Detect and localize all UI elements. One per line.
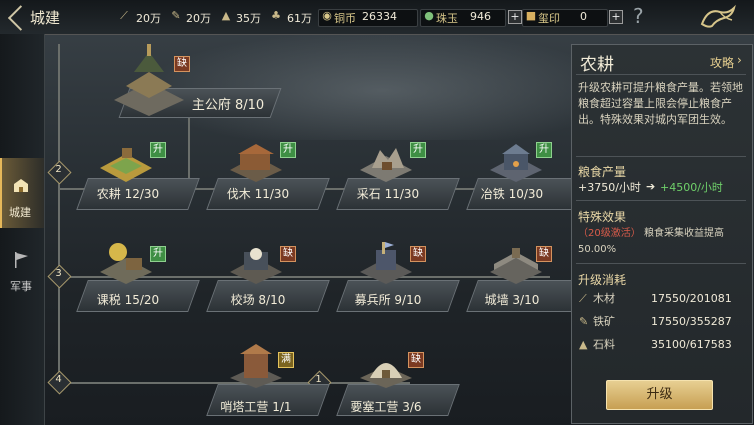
tier-2-label: 2 — [55, 164, 62, 175]
logging-building-icon — [230, 144, 282, 182]
title-divider — [576, 74, 746, 75]
city-wall-badge: 缺 — [536, 246, 552, 262]
upgrade-button[interactable]: 升级 — [606, 380, 713, 410]
coin-label: 铜币 — [334, 12, 356, 25]
main-hall-name: 主公府 8/10 — [191, 98, 265, 113]
jade-value: 946 — [470, 10, 491, 23]
recruit-building-icon — [360, 242, 412, 284]
main-hall-badge: 缺 — [174, 56, 190, 72]
iron-icon: ✎ — [171, 9, 181, 22]
smelting-badge: 升 — [536, 142, 552, 158]
cost-iron-icon: ✎ — [579, 315, 589, 328]
fortress-building-icon — [360, 363, 412, 388]
quarry-badge: 升 — [410, 142, 426, 158]
resource-stone-value: 35万 — [236, 12, 261, 25]
tax-node[interactable]: 升 课税 15/20 — [70, 240, 200, 312]
tier-3-label: 3 — [55, 268, 62, 279]
sidebar — [0, 34, 45, 425]
guide-link[interactable]: 攻略 — [710, 54, 734, 71]
city-wall-name: 城墙 3/10 — [484, 293, 540, 307]
cost-wood-icon: ⟋ — [579, 292, 587, 305]
quarry-name: 采石 11/30 — [356, 187, 420, 201]
quarry-node[interactable]: 升 采石 11/30 — [330, 138, 460, 210]
watchtower-node[interactable]: 满 哨塔工营 1/1 — [200, 344, 330, 416]
tax-name: 课税 15/20 — [96, 293, 160, 307]
tier-4-label: 4 — [55, 374, 62, 385]
add-seal-button[interactable]: + — [609, 10, 623, 24]
output-next: +4500/小时 — [660, 181, 723, 194]
tax-building-icon — [100, 243, 152, 284]
quarry-building-icon — [360, 148, 412, 182]
tab-city-label: 城建 — [9, 206, 31, 219]
help-button[interactable]: ? — [633, 4, 644, 28]
seal-label: 玺印 — [538, 12, 560, 25]
cost-iron-label: 铁矿 — [593, 315, 615, 328]
resource-iron-value: 20万 — [186, 12, 211, 25]
resource-grain-value: 61万 — [287, 12, 312, 25]
cost-stone-icon: ▲ — [579, 338, 588, 351]
recruit-name: 募兵所 9/10 — [354, 293, 422, 307]
output-divider — [576, 200, 746, 201]
cost-wood-value: 17550/201081 — [651, 292, 732, 305]
grain-icon: ♣ — [271, 9, 281, 22]
cost-wood-label: 木材 — [593, 292, 615, 305]
effect-title: 特殊效果 — [578, 210, 627, 224]
jade-label: 珠玉 — [436, 12, 458, 25]
logging-badge: 升 — [280, 142, 296, 158]
cost-iron-value: 17550/355287 — [651, 315, 732, 328]
farming-node[interactable]: 升 农耕 12/30 — [70, 138, 200, 210]
watchtower-name: 哨塔工营 1/1 — [220, 400, 292, 414]
city-wall-node[interactable]: 缺 城墙 3/10 — [460, 240, 590, 312]
logging-node[interactable]: 升 伐木 11/30 — [200, 138, 330, 210]
farming-badge: 升 — [150, 142, 166, 158]
cost-title: 升级消耗 — [578, 273, 627, 287]
watchtower-badge: 满 — [278, 352, 294, 368]
recruit-node[interactable]: 缺 募兵所 9/10 — [330, 240, 460, 312]
farming-name: 农耕 12/30 — [96, 187, 160, 201]
training-ground-node[interactable]: 缺 校场 8/10 — [200, 240, 330, 312]
arrow-right-icon: ➔ — [646, 180, 656, 193]
training-ground-building-icon — [230, 248, 282, 284]
recruit-badge: 缺 — [410, 246, 426, 262]
resource-wood-value: 20万 — [136, 12, 161, 25]
jade-icon: ● — [424, 9, 434, 22]
stone-icon: ▲ — [221, 9, 231, 22]
farming-building-icon — [100, 148, 152, 182]
dragon-logo-icon — [700, 4, 736, 28]
coin-value: 26334 — [362, 10, 397, 23]
detail-description: 升级农耕可提升粮食产量。若领地粮食超过容量上限会停止粮食产出。特殊效果对城内军团… — [578, 81, 743, 126]
effect-divider — [576, 263, 746, 264]
coin-icon: ◉ — [322, 9, 332, 22]
training-ground-badge: 缺 — [280, 246, 296, 262]
tab-military-label[interactable]: 军事 — [10, 278, 32, 294]
tax-badge: 升 — [150, 246, 166, 262]
desc-divider — [576, 156, 746, 157]
smelting-node[interactable]: 升 冶铁 10/30 — [460, 138, 590, 210]
page-title: 城建 — [30, 9, 61, 27]
effect-text: 粮食采集收益提高50.00% — [578, 228, 724, 255]
tree-trunk-line — [58, 44, 60, 384]
detail-title: 农耕 — [580, 55, 614, 75]
cost-stone-value: 35100/617583 — [651, 338, 732, 351]
output-title: 粮食产量 — [578, 165, 627, 179]
main-hall-node[interactable]: 缺 主公府 8/10 — [98, 42, 288, 120]
fortress-node[interactable]: 缺 要塞工营 3/6 — [330, 344, 460, 416]
smelting-name: 冶铁 10/30 — [480, 187, 544, 201]
training-ground-name: 校场 8/10 — [230, 293, 286, 307]
add-jade-button[interactable]: + — [508, 10, 522, 24]
city-icon — [12, 176, 30, 194]
seal-icon: ■ — [525, 9, 537, 22]
seal-value: 0 — [580, 10, 587, 23]
chevron-right-icon[interactable]: › — [737, 53, 742, 67]
watchtower-building-icon — [230, 344, 282, 388]
logging-name: 伐木 11/30 — [226, 187, 290, 201]
cost-stone-label: 石料 — [593, 338, 615, 351]
fortress-name: 要塞工营 3/6 — [350, 400, 422, 414]
output-current: +3750/小时 — [578, 181, 641, 194]
flag-icon[interactable] — [11, 250, 31, 270]
wood-icon: ⟋ — [120, 9, 128, 22]
fortress-badge: 缺 — [408, 352, 424, 368]
